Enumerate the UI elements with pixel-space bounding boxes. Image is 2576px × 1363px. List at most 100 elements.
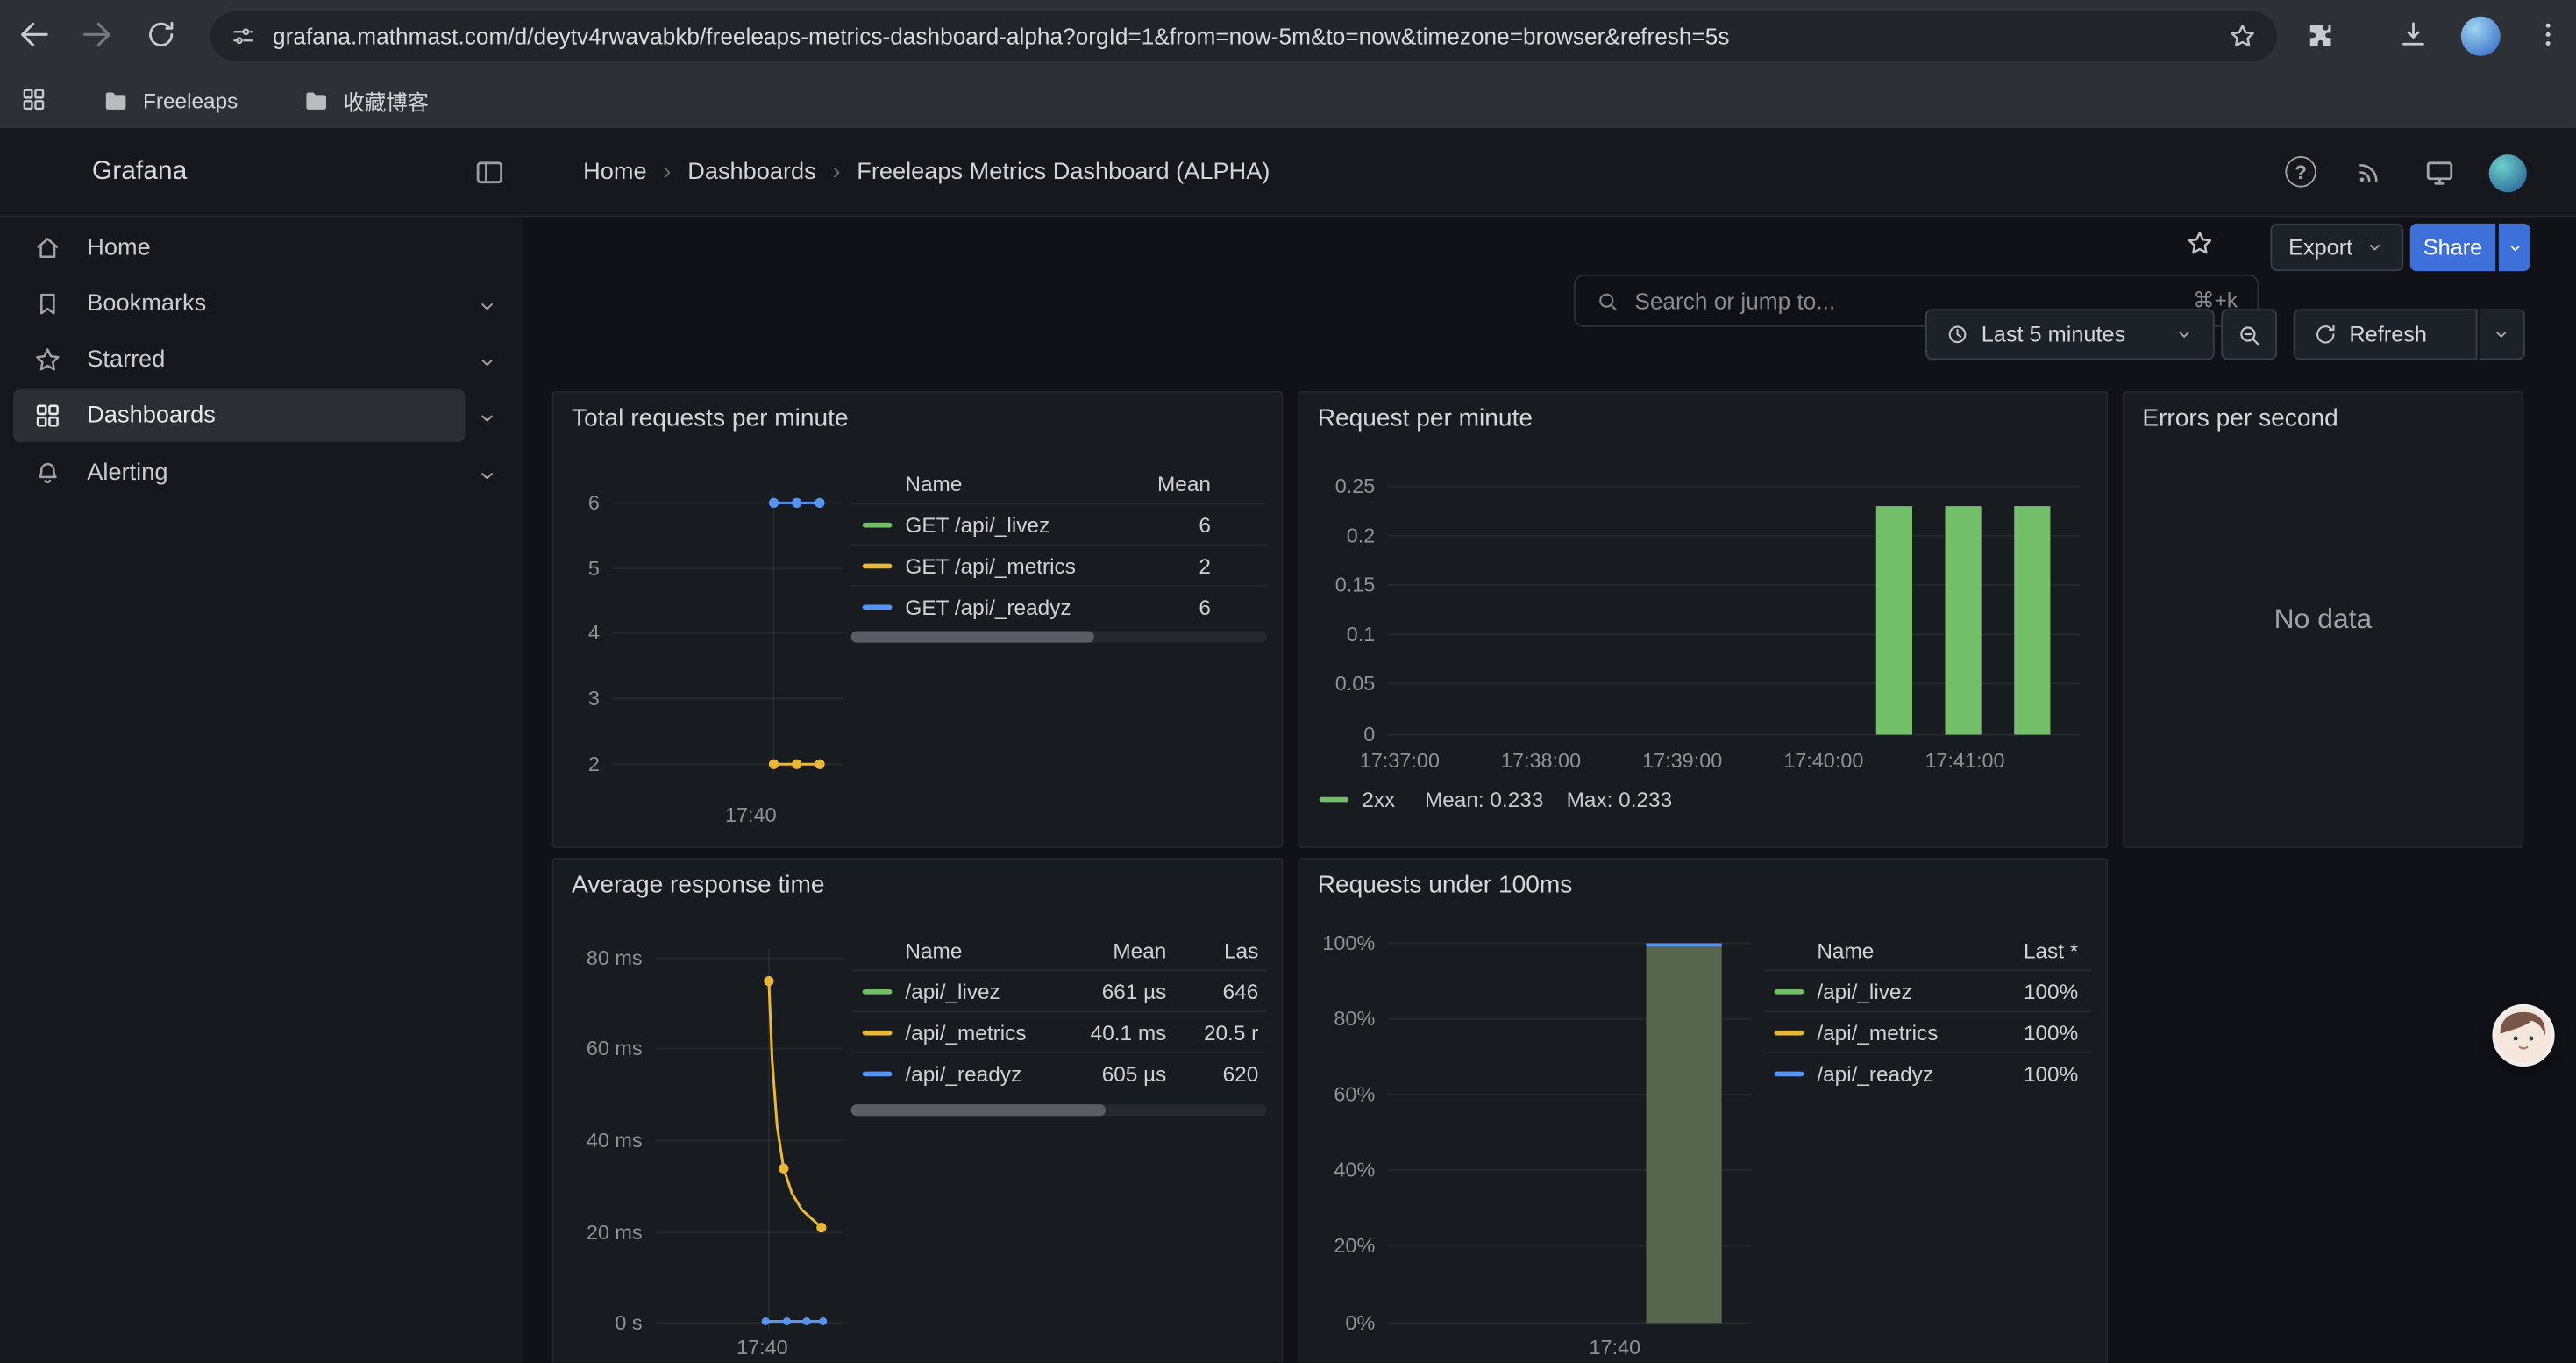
scrollbar-thumb[interactable]	[851, 1104, 1106, 1116]
y-tick: 80 ms	[553, 946, 642, 969]
x-tick: 17:38:00	[1484, 749, 1598, 772]
legend-series-name[interactable]: 2xx	[1362, 788, 1395, 812]
legend-col-name[interactable]: Name	[905, 938, 1074, 963]
legend-col-name[interactable]: Name	[905, 472, 1125, 496]
legend-row: /api/_livez 661 µs 646	[851, 969, 1267, 1010]
chart-total-requests[interactable]	[609, 485, 846, 784]
refresh-button[interactable]: Refresh	[2294, 309, 2478, 360]
legend-series-name[interactable]: /api/_livez	[905, 979, 1074, 1003]
extensions-button[interactable]	[2305, 19, 2337, 51]
browser-menu-button[interactable]	[2531, 18, 2564, 51]
panel-title[interactable]: Requests under 100ms	[1318, 871, 1573, 899]
legend-row: /api/_metrics 100%	[1763, 1010, 2092, 1052]
y-tick: 0.1	[1299, 623, 1375, 646]
downloads-button[interactable]	[2397, 18, 2430, 51]
sidebar-item-starred[interactable]: Starred	[13, 333, 465, 386]
legend-table: Name Mean Las /api/_livez 661 µs 646 /ap…	[851, 931, 1267, 1093]
bookmark-folder-freeleaps[interactable]: Freeleaps	[102, 72, 238, 128]
legend-series-name[interactable]: GET /api/_readyz	[905, 594, 1125, 618]
reload-icon	[145, 18, 177, 51]
refresh-interval-button[interactable]	[2479, 309, 2524, 360]
refresh-label: Refresh	[2349, 322, 2427, 346]
bookmark-star-icon[interactable]	[2228, 21, 2258, 51]
legend-scrollbar[interactable]	[851, 1104, 1267, 1116]
chart-avg-response-time[interactable]	[652, 942, 846, 1345]
export-button[interactable]: Export	[2270, 224, 2403, 271]
panel-title[interactable]: Average response time	[572, 871, 825, 899]
chart-requests-under-100ms[interactable]	[1385, 929, 1755, 1337]
sidebar-item-alerting[interactable]: Alerting	[13, 447, 465, 500]
legend-col-last[interactable]: Las	[1166, 938, 1258, 963]
legend-series-name[interactable]: GET /api/_livez	[905, 512, 1125, 537]
legend-col-mean[interactable]: Mean	[1074, 938, 1166, 963]
apps-shortcut-button[interactable]	[19, 85, 47, 113]
expand-starred-button[interactable]	[475, 350, 500, 375]
series-color-swatch	[863, 988, 893, 994]
back-button[interactable]	[17, 17, 53, 53]
floating-assistant-avatar[interactable]	[2492, 1004, 2554, 1067]
star-icon	[32, 345, 62, 375]
sidebar-item-dashboards[interactable]: Dashboards	[13, 389, 465, 442]
y-tick: 0	[1299, 723, 1375, 746]
x-tick: 17:40	[705, 803, 797, 826]
grafana-logo[interactable]	[36, 151, 79, 194]
grafana-topbar: Grafana Home › Dashboards › Freeleaps Me…	[0, 128, 2576, 217]
breadcrumb-home[interactable]: Home	[583, 160, 646, 186]
favorite-dashboard-button[interactable]	[2185, 228, 2215, 258]
breadcrumb-current: Freeleaps Metrics Dashboard (ALPHA)	[857, 160, 1270, 186]
legend-scrollbar[interactable]	[851, 632, 1267, 643]
legend-header: Name Mean	[851, 465, 1267, 503]
breadcrumb-dashboards[interactable]: Dashboards	[687, 160, 816, 186]
y-tick: 0 s	[553, 1311, 642, 1334]
expand-alerting-button[interactable]	[475, 463, 500, 488]
legend-col-last[interactable]: Last *	[1980, 938, 2078, 963]
legend-series-name[interactable]: /api/_readyz	[1817, 1060, 1979, 1085]
sidebar-item-home[interactable]: Home	[13, 222, 465, 275]
share-button[interactable]: Share	[2410, 224, 2495, 271]
x-tick: 17:39:00	[1625, 749, 1740, 772]
bell-icon	[32, 459, 62, 489]
legend-mean-value: 40.1 ms	[1074, 1020, 1166, 1045]
forward-button[interactable]	[79, 17, 115, 53]
legend-series-name[interactable]: GET /api/_metrics	[905, 553, 1125, 578]
y-tick: 20 ms	[553, 1221, 642, 1244]
bookmark-folder-blogs[interactable]: 收藏博客	[302, 72, 429, 128]
site-info-icon[interactable]	[230, 23, 256, 49]
user-avatar[interactable]	[2489, 154, 2527, 192]
reload-button[interactable]	[145, 18, 177, 51]
profile-avatar[interactable]	[2461, 17, 2501, 56]
url-bar[interactable]: grafana.mathmast.com/d/deytv4rwavabkb/fr…	[210, 11, 2277, 61]
time-range-picker[interactable]: Last 5 minutes	[1925, 309, 2215, 360]
expand-dashboards-button[interactable]	[475, 406, 500, 431]
panel-requests-under-100ms: Requests under 100ms 100% 80% 60% 40% 20…	[1298, 858, 2108, 1362]
y-tick: 6	[557, 491, 600, 514]
legend-row: /api/_livez 100%	[1763, 969, 2092, 1010]
panel-title[interactable]: Total requests per minute	[572, 404, 849, 432]
chart-request-per-minute[interactable]	[1385, 472, 2083, 739]
home-icon	[32, 233, 62, 263]
y-tick: 40%	[1299, 1159, 1375, 1181]
url-text[interactable]: grafana.mathmast.com/d/deytv4rwavabkb/fr…	[273, 23, 2211, 49]
expand-bookmarks-button[interactable]	[475, 294, 500, 318]
legend-value: 6	[1125, 512, 1210, 537]
news-button[interactable]	[2354, 156, 2386, 188]
legend-col-mean[interactable]: Mean	[1125, 472, 1210, 496]
sidebar-item-bookmarks[interactable]: Bookmarks	[13, 278, 465, 331]
legend-series-name[interactable]: /api/_readyz	[905, 1060, 1074, 1085]
scrollbar-thumb[interactable]	[851, 632, 1094, 643]
legend-series-name[interactable]: /api/_livez	[1817, 979, 1979, 1003]
legend-col-name[interactable]: Name	[1817, 938, 1979, 963]
zoom-out-time-button[interactable]	[2221, 309, 2277, 360]
legend-mean-value: 605 µs	[1074, 1060, 1166, 1085]
kiosk-mode-button[interactable]	[2423, 156, 2456, 189]
y-tick: 100%	[1299, 931, 1375, 954]
legend-series-name[interactable]: /api/_metrics	[905, 1020, 1074, 1045]
time-range-label: Last 5 minutes	[1982, 322, 2126, 346]
legend-mean-value: 661 µs	[1074, 979, 1166, 1003]
help-button[interactable]: ?	[2285, 156, 2316, 188]
sidebar-toggle-button[interactable]	[473, 156, 506, 189]
panel-title[interactable]: Request per minute	[1318, 404, 1533, 432]
legend-series-name[interactable]: /api/_metrics	[1817, 1020, 1979, 1045]
chevron-down-icon	[2364, 237, 2385, 258]
share-menu-button[interactable]	[2499, 224, 2530, 271]
